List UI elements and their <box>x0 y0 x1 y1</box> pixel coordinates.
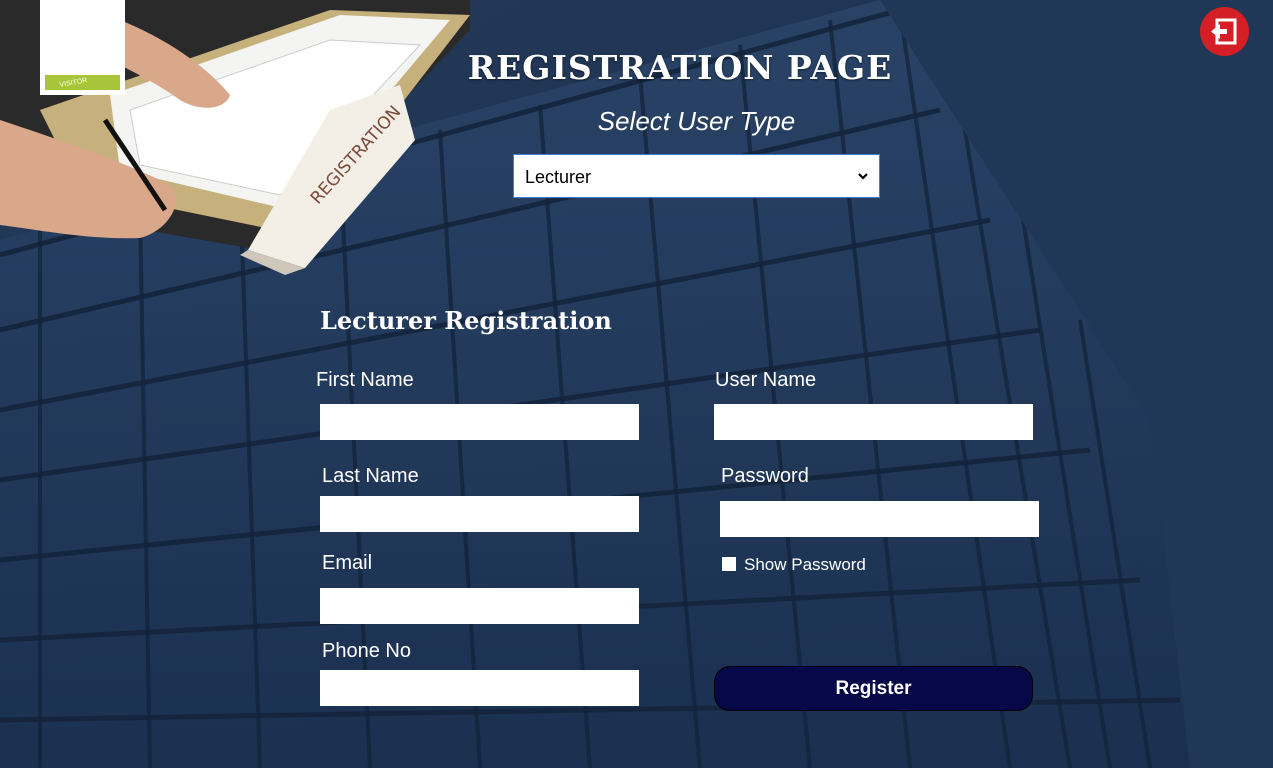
select-user-type-label: Select User Type <box>597 106 796 136</box>
page-title: REGISTRATION PAGE <box>467 48 893 87</box>
chevron-down-icon <box>858 173 868 180</box>
password-input[interactable] <box>720 501 1039 537</box>
email-label: Email <box>322 552 373 574</box>
user-type-value: Lecturer <box>525 167 592 187</box>
email-input[interactable] <box>320 588 639 624</box>
phone-label: Phone No <box>322 640 411 662</box>
last-name-label: Last Name <box>322 465 419 487</box>
phone-input[interactable] <box>320 670 639 706</box>
user-type-select[interactable]: Lecturer <box>513 154 880 198</box>
form-title: Lecturer Registration <box>320 306 612 335</box>
show-password-label[interactable]: Show Password <box>744 555 866 575</box>
user-name-input[interactable] <box>714 404 1033 440</box>
first-name-label: First Name <box>316 369 414 391</box>
show-password-checkbox[interactable] <box>722 557 736 571</box>
last-name-input[interactable] <box>320 496 639 532</box>
first-name-input[interactable] <box>320 404 639 440</box>
user-name-label: User Name <box>715 369 817 391</box>
password-label: Password <box>721 465 809 487</box>
register-button[interactable]: Register <box>714 666 1033 711</box>
